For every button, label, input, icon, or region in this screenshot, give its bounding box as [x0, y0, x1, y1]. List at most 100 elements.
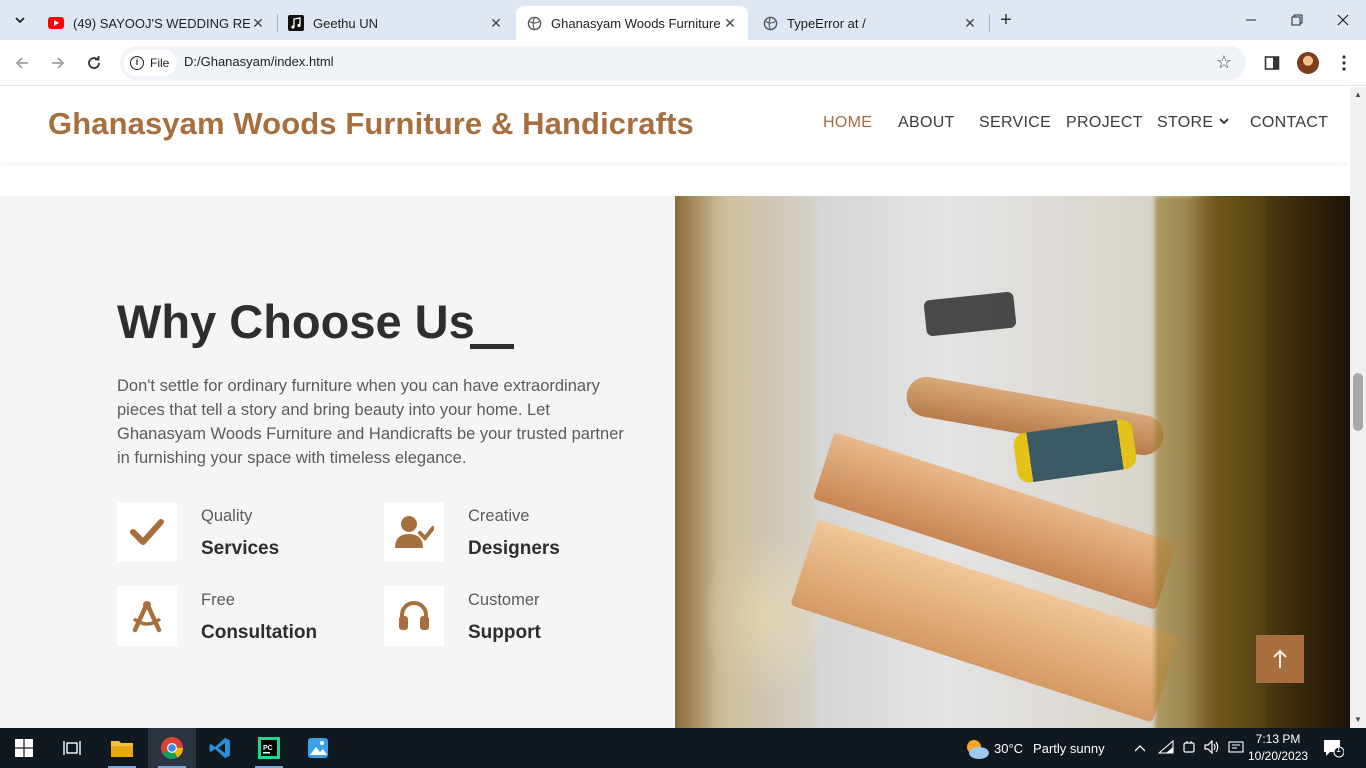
- nav-project[interactable]: PROJECT: [1066, 114, 1143, 132]
- close-tab-icon[interactable]: ✕: [962, 15, 978, 31]
- task-view-button[interactable]: [48, 728, 96, 768]
- site-info-chip[interactable]: i File: [124, 50, 178, 76]
- chevron-down-icon: [15, 17, 25, 24]
- user-check-icon: [384, 502, 444, 562]
- vscode-button[interactable]: [196, 728, 244, 768]
- feature-big-text: Designers: [468, 538, 560, 559]
- tab-title: (49) SAYOOJ'S WEDDING RECE: [73, 15, 250, 31]
- back-to-top-button[interactable]: [1256, 635, 1304, 683]
- address-bar[interactable]: i File D:/Ghanasyam/index.html ☆: [120, 46, 1246, 80]
- chrome-icon: [161, 737, 183, 759]
- feature-small-text: Customer: [468, 591, 540, 609]
- arrow-up-icon: [1273, 649, 1287, 668]
- globe-icon: [526, 15, 542, 31]
- file-explorer-button[interactable]: [98, 728, 146, 768]
- show-hidden-icons-button[interactable]: [1134, 740, 1146, 755]
- network-icon[interactable]: [1157, 739, 1174, 757]
- nav-store[interactable]: STORE: [1157, 114, 1230, 132]
- bookmark-star-icon[interactable]: ☆: [1216, 52, 1232, 73]
- youtube-icon: [48, 15, 64, 31]
- feature-quality-services: Quality Services: [117, 502, 367, 562]
- heading-underline: [470, 344, 514, 349]
- arrow-right-icon: [52, 57, 65, 69]
- side-panel-button[interactable]: [1259, 50, 1285, 76]
- tab-separator: [989, 14, 990, 32]
- browser-tab-strip: (49) SAYOOJ'S WEDDING RECE ✕ Geethu UN ✕…: [0, 0, 1366, 40]
- restore-icon: [1291, 14, 1303, 26]
- system-clock[interactable]: 7:13 PM 10/20/2023: [1248, 731, 1308, 765]
- weather-widget[interactable]: 30°C Partly sunny: [964, 738, 1105, 759]
- music-icon: [288, 15, 304, 31]
- page-viewport: Ghanasyam Woods Furniture & Handicrafts …: [0, 87, 1350, 728]
- photos-button[interactable]: [294, 728, 342, 768]
- more-vert-icon: [1342, 55, 1346, 71]
- chevron-up-icon: [1134, 745, 1146, 752]
- url-text[interactable]: D:/Ghanasyam/index.html: [184, 54, 334, 69]
- pycharm-icon: PC: [258, 737, 280, 759]
- nav-home[interactable]: HOME: [823, 114, 872, 132]
- side-panel-icon: [1264, 56, 1280, 70]
- battery-plug-icon[interactable]: [1182, 740, 1196, 757]
- menu-button[interactable]: [1331, 50, 1357, 76]
- feature-free-consultation: Free Consultation: [117, 586, 367, 646]
- new-tab-button[interactable]: +: [994, 8, 1018, 32]
- feature-small-text: Quality: [201, 507, 253, 525]
- tab-ghanasyam[interactable]: Ghanasyam Woods Furniture & ✕: [516, 6, 748, 40]
- photo-detail: [1155, 196, 1265, 728]
- clock-time: 7:13 PM: [1255, 732, 1301, 746]
- windows-taskbar: PC 30°C Partly sunny 7:13 PM 10/20/2023 …: [0, 728, 1366, 768]
- profile-button[interactable]: [1295, 50, 1321, 76]
- clock-date: 10/20/2023: [1248, 749, 1309, 763]
- start-button[interactable]: [0, 728, 48, 768]
- page-scrollbar[interactable]: ▲ ▼: [1350, 87, 1366, 728]
- pycharm-button[interactable]: PC: [245, 728, 293, 768]
- forward-button[interactable]: [46, 51, 70, 75]
- vscode-icon: [209, 738, 230, 758]
- close-window-button[interactable]: [1320, 0, 1366, 40]
- feature-big-text: Services: [201, 538, 280, 559]
- close-tab-icon[interactable]: ✕: [722, 15, 738, 31]
- nav-about[interactable]: ABOUT: [898, 114, 955, 132]
- tab-youtube[interactable]: (49) SAYOOJ'S WEDDING RECE ✕: [38, 6, 276, 40]
- partly-sunny-icon: [964, 738, 989, 759]
- nav-contact[interactable]: CONTACT: [1250, 114, 1328, 132]
- reload-icon: [88, 56, 100, 69]
- close-tab-icon[interactable]: ✕: [488, 15, 504, 31]
- chip-label: File: [150, 56, 170, 70]
- site-brand[interactable]: Ghanasyam Woods Furniture & Handicrafts: [48, 106, 694, 142]
- tab-title: Ghanasyam Woods Furniture &: [551, 15, 722, 31]
- task-view-icon: [63, 741, 81, 755]
- section-heading: Why Choose Us: [117, 295, 475, 348]
- windows-logo-icon: [15, 739, 33, 757]
- feature-small-text: Free: [201, 591, 235, 609]
- notification-center-button[interactable]: 1: [1322, 738, 1345, 758]
- info-icon: i: [130, 56, 144, 70]
- chevron-down-icon: [1219, 116, 1230, 128]
- back-button[interactable]: [10, 51, 34, 75]
- svg-text:PC: PC: [263, 745, 273, 752]
- scrollbar-thumb[interactable]: [1353, 373, 1363, 431]
- photos-icon: [308, 738, 328, 758]
- feature-customer-support: Customer Support: [384, 586, 634, 646]
- scroll-up-arrow-icon[interactable]: ▲: [1350, 87, 1366, 103]
- close-tab-icon[interactable]: ✕: [250, 15, 266, 31]
- scroll-down-arrow-icon[interactable]: ▼: [1350, 712, 1366, 728]
- volume-icon[interactable]: [1204, 739, 1220, 757]
- weather-condition: Partly sunny: [1033, 740, 1105, 756]
- language-icon[interactable]: [1228, 740, 1244, 757]
- restore-button[interactable]: [1274, 0, 1320, 40]
- feature-creative-designers: Creative Designers: [384, 502, 634, 562]
- why-choose-us-section: Why Choose Us Don't settle for ordinary …: [0, 196, 1350, 728]
- chrome-taskbar-button[interactable]: [148, 728, 196, 768]
- reload-button[interactable]: [82, 51, 106, 75]
- section-paragraph: Don't settle for ordinary furniture when…: [117, 377, 624, 467]
- minimize-button[interactable]: [1228, 0, 1274, 40]
- workshop-photo: [675, 196, 1350, 728]
- arrow-left-icon: [15, 57, 28, 69]
- minimize-icon: [1246, 19, 1256, 21]
- globe-icon: [762, 15, 778, 31]
- tab-geethu[interactable]: Geethu UN ✕: [278, 6, 514, 40]
- tab-search-button[interactable]: [8, 8, 32, 32]
- nav-service[interactable]: SERVICE: [979, 114, 1051, 132]
- tab-typeerror[interactable]: TypeError at / ✕: [752, 6, 988, 40]
